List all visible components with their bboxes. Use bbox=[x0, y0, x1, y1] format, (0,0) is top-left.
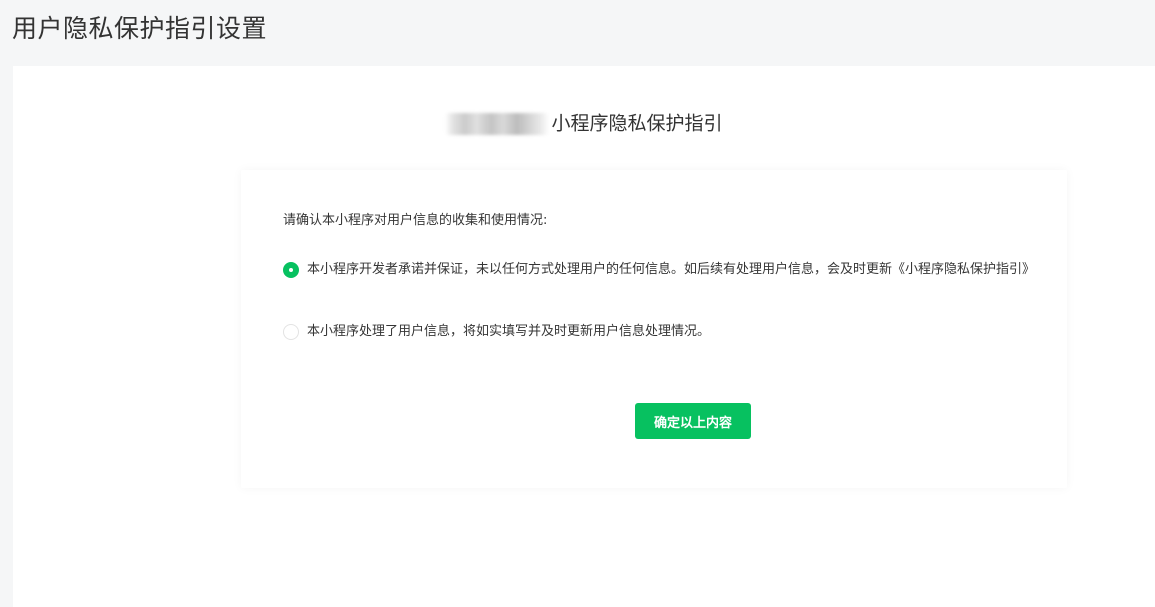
guide-heading-text: 小程序隐私保护指引 bbox=[551, 112, 723, 135]
radio-unselected-icon[interactable] bbox=[283, 324, 299, 340]
page: 用户隐私保护指引设置 小程序隐私保护指引 请确认本小程序对用户信息的收集和使用情… bbox=[0, 0, 1155, 607]
card-prompt: 请确认本小程序对用户信息的收集和使用情况: bbox=[283, 213, 548, 228]
option-label: 本小程序开发者承诺并保证，未以任何方式处理用户的任何信息。如后续有处理用户信息，… bbox=[307, 262, 1036, 277]
page-title: 用户隐私保护指引设置 bbox=[12, 14, 268, 43]
option-processes-data[interactable]: 本小程序处理了用户信息，将如实填写并及时更新用户信息处理情况。 bbox=[283, 320, 1043, 344]
guide-heading: 小程序隐私保护指引 bbox=[13, 106, 1155, 141]
confirm-button[interactable]: 确定以上内容 bbox=[635, 403, 751, 439]
confirmation-card: 请确认本小程序对用户信息的收集和使用情况: 本小程序开发者承诺并保证，未以任何方… bbox=[241, 170, 1067, 488]
blurred-app-name bbox=[445, 112, 550, 135]
main-panel: 小程序隐私保护指引 请确认本小程序对用户信息的收集和使用情况: 本小程序开发者承… bbox=[13, 66, 1155, 607]
option-no-data-processing[interactable]: 本小程序开发者承诺并保证，未以任何方式处理用户的任何信息。如后续有处理用户信息，… bbox=[283, 258, 1043, 282]
radio-selected-icon[interactable] bbox=[283, 262, 299, 278]
option-label: 本小程序处理了用户信息，将如实填写并及时更新用户信息处理情况。 bbox=[307, 324, 711, 339]
